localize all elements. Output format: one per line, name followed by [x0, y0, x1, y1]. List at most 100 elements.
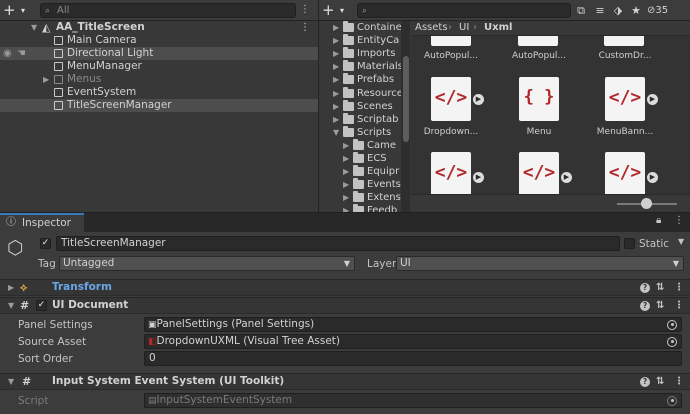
folder-item[interactable]: ▶ Scenes [319, 99, 411, 113]
expand-arrow-icon[interactable]: ▶ [333, 73, 339, 86]
folder-item[interactable]: ▶ Extens [319, 191, 411, 204]
asset-item[interactable]: </> ▶ [585, 152, 665, 194]
layer-dropdown[interactable]: UI ▼ [396, 256, 684, 271]
folder-item[interactable]: ▶ Feedb [319, 204, 411, 212]
chevron-down-icon[interactable]: ▼ [678, 237, 684, 246]
expand-arrow-icon[interactable]: ▶ [343, 139, 349, 152]
expand-arrow-icon[interactable]: ▶ [343, 165, 349, 178]
object-picker-icon[interactable] [667, 336, 677, 347]
hierarchy-item-disabled[interactable]: ▶ Menus [0, 73, 318, 86]
play-icon[interactable]: ▶ [473, 172, 484, 183]
zoom-slider-handle[interactable] [641, 198, 652, 209]
asset-label[interactable]: AutoPopul... [499, 51, 579, 61]
expand-arrow-icon[interactable]: ▶ [343, 204, 349, 212]
folder-item[interactable]: ▶ Imports [319, 47, 411, 60]
breadcrumb-ui[interactable]: UI [459, 21, 469, 35]
expand-arrow-icon[interactable]: ▶ [333, 100, 339, 113]
tab-inspector[interactable]: ⓘ Inspector [0, 213, 84, 232]
scene-row[interactable]: ▼ ◭ AA_TitleScreen ⋮ [0, 21, 318, 34]
transform-header[interactable]: ▶ ⟡ Transform ? ⇅ ⋮ [0, 279, 690, 296]
play-icon[interactable]: ▶ [473, 94, 484, 105]
play-icon[interactable]: ▶ [647, 172, 658, 183]
expand-arrow-icon[interactable]: ▶ [333, 21, 339, 34]
label-icon[interactable]: ⬗ [611, 3, 625, 18]
create-button[interactable]: + ▾ [322, 2, 350, 19]
source-asset-field[interactable]: ◧DropdownUXML (Visual Tree Asset) [144, 334, 682, 349]
asset-label[interactable]: AutoPopul... [411, 51, 491, 61]
kebab-icon[interactable]: ⋮ [674, 298, 684, 313]
settings-icon[interactable]: ⇅ [656, 298, 664, 313]
component-enabled-checkbox[interactable]: ✓ [36, 300, 47, 311]
hierarchy-item[interactable]: Main Camera [0, 34, 318, 47]
play-icon[interactable]: ▶ [647, 94, 658, 105]
expand-arrow-icon[interactable]: ▶ [333, 47, 339, 60]
folder-item[interactable]: ▶ ECS [319, 152, 411, 165]
hand-icon[interactable]: ☚ [17, 47, 26, 60]
hierarchy-item[interactable]: EventSystem [0, 86, 318, 99]
static-checkbox[interactable] [624, 238, 635, 249]
asset-item[interactable]: </> ▶ MenuBann... [585, 77, 665, 137]
asset-item[interactable]: </> ▶ Dropdown... [411, 77, 491, 137]
hierarchy-item[interactable]: MenuManager [0, 60, 318, 73]
expand-arrow-icon[interactable]: ▼ [333, 126, 339, 139]
ui-document-header[interactable]: ▼ # ✓ UI Document ? ⇅ ⋮ [0, 297, 690, 314]
expand-arrow-icon[interactable]: ▶ [8, 280, 14, 295]
help-icon[interactable]: ? [640, 377, 650, 387]
hidden-packages-toggle[interactable]: ⊘35 [647, 3, 668, 18]
breadcrumb-uxml[interactable]: Uxml [484, 21, 512, 35]
object-name-field[interactable]: TitleScreenManager [56, 236, 620, 251]
expand-arrow-icon[interactable]: ▶ [333, 113, 339, 126]
eye-icon[interactable]: ◉ [3, 47, 12, 60]
play-icon[interactable]: ▶ [561, 172, 572, 183]
filter-icon[interactable]: ≡ [593, 3, 607, 18]
settings-icon[interactable]: ⇅ [656, 374, 664, 389]
asset-item[interactable]: { } Menu [499, 77, 579, 137]
expand-arrow-icon[interactable]: ▶ [343, 178, 349, 191]
folder-item[interactable]: ▶ Equipr [319, 165, 411, 178]
kebab-icon[interactable]: ⋮ [674, 215, 684, 226]
kebab-icon[interactable]: ⋮ [674, 374, 684, 389]
expand-arrow-icon[interactable]: ▼ [8, 374, 14, 389]
search-by-type-icon[interactable]: ⧉ [573, 3, 589, 18]
help-icon[interactable]: ? [640, 283, 650, 293]
help-icon[interactable]: ? [640, 301, 650, 311]
hierarchy-item[interactable]: ◉ ☚ Directional Light [0, 47, 318, 60]
lock-icon[interactable]: 🔒︎ [656, 215, 661, 226]
folder-item[interactable]: ▶ Containe [319, 21, 411, 34]
asset-item[interactable]: </> ▶ [411, 152, 491, 194]
tag-dropdown[interactable]: Untagged ▼ [59, 256, 355, 271]
folder-item[interactable]: ▶ Materials [319, 60, 411, 73]
folder-item[interactable]: ▼ Scripts [319, 125, 411, 139]
folder-item[interactable]: ▶ Came [319, 138, 411, 152]
expand-arrow-icon[interactable]: ▶ [343, 152, 349, 165]
folder-item[interactable]: ▶ EntityCa [319, 34, 411, 47]
folder-item[interactable]: ▶ Events [319, 178, 411, 191]
expand-arrow-icon[interactable]: ▶ [43, 73, 49, 86]
panel-settings-field[interactable]: ▣PanelSettings (Panel Settings) [144, 317, 682, 332]
expand-arrow-icon[interactable]: ▶ [333, 34, 339, 47]
sort-order-field[interactable]: 0 [144, 351, 682, 366]
input-system-header[interactable]: ▼ # Input System Event System (UI Toolki… [0, 373, 690, 390]
folder-item[interactable]: ▶ Resource [319, 86, 411, 100]
expand-arrow-icon[interactable]: ▶ [343, 191, 349, 204]
project-search-input[interactable]: ⌕ [357, 3, 571, 18]
object-picker-icon[interactable] [667, 319, 677, 330]
expand-arrow-icon[interactable]: ▼ [31, 21, 37, 34]
asset-item[interactable]: </> ▶ [499, 152, 579, 194]
scrollbar-thumb[interactable] [403, 56, 409, 142]
asset-label[interactable]: CustomDr... [585, 51, 665, 61]
breadcrumb-assets[interactable]: Assets [415, 21, 448, 35]
folder-item[interactable]: ▶ Scriptab [319, 112, 411, 126]
settings-icon[interactable]: ⇅ [656, 280, 664, 295]
kebab-icon[interactable]: ⋮ [674, 280, 684, 295]
active-checkbox[interactable]: ✓ [40, 238, 51, 249]
expand-arrow-icon[interactable]: ▼ [8, 298, 14, 313]
folder-item[interactable]: ▶ Prefabs [319, 73, 411, 86]
kebab-icon[interactable]: ⋮ [300, 21, 310, 34]
favorite-icon[interactable]: ★ [629, 3, 643, 18]
expand-arrow-icon[interactable]: ▶ [333, 87, 339, 100]
add-button[interactable]: + ▾ [3, 2, 31, 19]
kebab-icon[interactable]: ⋮ [300, 3, 312, 17]
hierarchy-item-selected[interactable]: TitleScreenManager [0, 99, 318, 112]
hierarchy-search-input[interactable]: ⌕ All [40, 3, 296, 18]
